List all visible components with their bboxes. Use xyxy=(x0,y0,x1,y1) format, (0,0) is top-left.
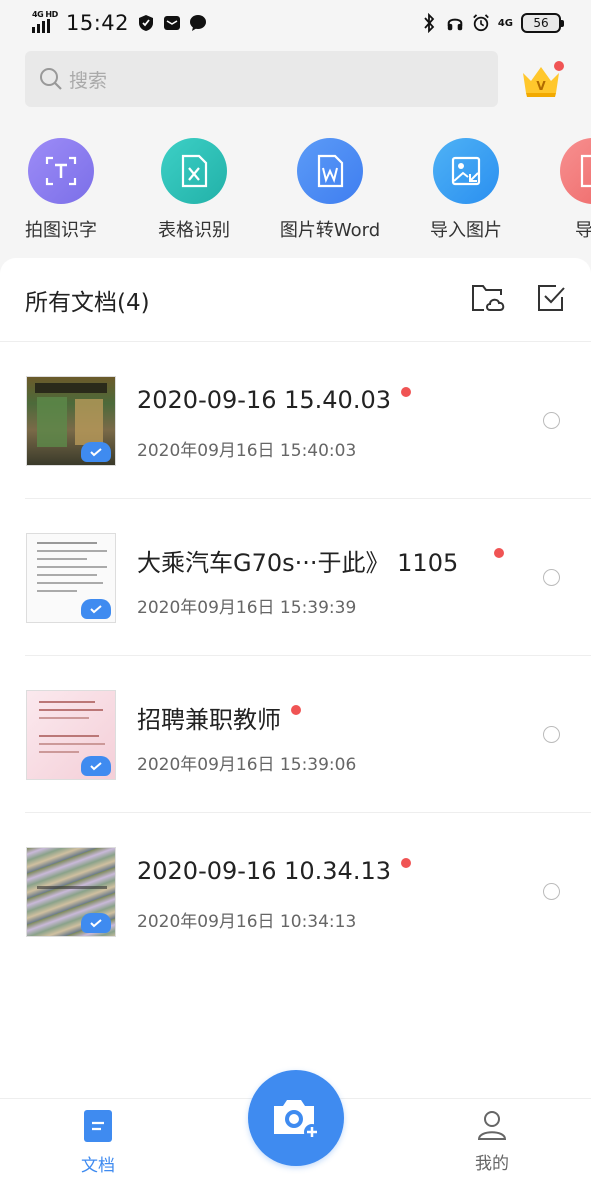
document-item[interactable]: 2020-09-16 15.40.03 2020年09月16日 15:40:03 xyxy=(0,342,591,499)
document-thumbnail xyxy=(26,690,116,780)
unread-dot xyxy=(494,547,505,558)
chat-icon xyxy=(189,14,207,32)
documents-header: 所有文档(4) xyxy=(0,258,591,342)
search-placeholder: 搜索 xyxy=(69,69,108,92)
word-icon xyxy=(297,138,363,204)
tool-import-image[interactable]: 导入图片 xyxy=(401,138,531,238)
unread-dot xyxy=(400,387,411,397)
import-image-icon xyxy=(433,138,499,204)
search-icon xyxy=(40,68,62,90)
tool-scan-text[interactable]: 拍图识字 xyxy=(0,138,126,238)
document-date: 2020年09月16日 15:39:39 xyxy=(137,598,357,618)
document-thumbnail xyxy=(26,376,116,466)
mail-icon xyxy=(163,14,181,32)
tools-row: 拍图识字 表格识别 图片转Word 导入图片 导入 xyxy=(0,138,591,238)
tool-import-file[interactable]: 导入 xyxy=(528,138,591,238)
tool-image-to-word[interactable]: 图片转Word xyxy=(265,138,395,238)
select-radio[interactable] xyxy=(543,569,560,586)
search-input[interactable]: 搜索 xyxy=(25,51,498,107)
cloud-synced-icon xyxy=(81,442,111,462)
select-radio[interactable] xyxy=(543,883,560,900)
document-title: 招聘兼职教师 xyxy=(137,700,301,735)
status-bar: 4G HD 15:42 4G 56 xyxy=(0,0,591,46)
document-thumbnail xyxy=(26,847,116,937)
alarm-icon xyxy=(472,14,490,32)
tool-table-recognition[interactable]: 表格识别 xyxy=(129,138,259,238)
document-item[interactable]: 大乘汽车G70s···于此》 1105 2020年09月16日 15:39:39 xyxy=(0,499,591,656)
document-icon xyxy=(84,1110,112,1142)
import-file-icon xyxy=(560,138,591,204)
signal-icon: 4G HD xyxy=(32,10,58,36)
battery-icon: 56 xyxy=(521,13,564,33)
excel-icon xyxy=(161,138,227,204)
document-item[interactable]: 招聘兼职教师 2020年09月16日 15:39:06 xyxy=(0,656,591,813)
camera-add-button[interactable] xyxy=(248,1070,344,1166)
document-item[interactable]: 2020-09-16 10.34.13 2020年09月16日 10:34:13 xyxy=(0,813,591,970)
notification-dot xyxy=(554,61,564,71)
document-date: 2020年09月16日 10:34:13 xyxy=(137,912,357,932)
documents-title: 所有文档(4) xyxy=(25,289,150,316)
search-row: 搜索 V xyxy=(25,51,566,107)
unread-dot xyxy=(291,704,301,715)
document-title: 2020-09-16 10.34.13 xyxy=(137,857,411,885)
svg-text:V: V xyxy=(536,79,546,93)
nav-mine[interactable]: 我的 xyxy=(452,1109,532,1174)
documents-panel: 所有文档(4) 2020-09-16 15.40.03 2020年09月16日 … xyxy=(0,258,591,1098)
cloud-synced-icon xyxy=(81,756,111,776)
scan-text-icon xyxy=(28,138,94,204)
select-checkbox-icon[interactable] xyxy=(536,283,566,317)
document-title: 大乘汽车G70s···于此》 1105 xyxy=(137,543,505,578)
select-radio[interactable] xyxy=(543,726,560,743)
cloud-synced-icon xyxy=(81,599,111,619)
unread-dot xyxy=(400,858,411,868)
document-thumbnail xyxy=(26,533,116,623)
cloud-synced-icon xyxy=(81,913,111,933)
nav-docs[interactable]: 文档 xyxy=(58,1109,138,1176)
camera-plus-icon xyxy=(274,1100,320,1140)
network-4g-label: 4G xyxy=(497,17,513,29)
headphones-icon xyxy=(446,14,464,32)
document-date: 2020年09月16日 15:40:03 xyxy=(137,441,357,461)
cloud-folder-icon[interactable] xyxy=(470,283,506,317)
status-time: 15:42 xyxy=(66,11,130,35)
shield-icon xyxy=(137,14,155,32)
select-radio[interactable] xyxy=(543,412,560,429)
bluetooth-icon xyxy=(420,13,438,33)
document-date: 2020年09月16日 15:39:06 xyxy=(137,755,357,775)
profile-icon xyxy=(477,1111,507,1140)
document-title: 2020-09-16 15.40.03 xyxy=(137,386,411,414)
vip-crown-button[interactable]: V xyxy=(520,59,564,99)
